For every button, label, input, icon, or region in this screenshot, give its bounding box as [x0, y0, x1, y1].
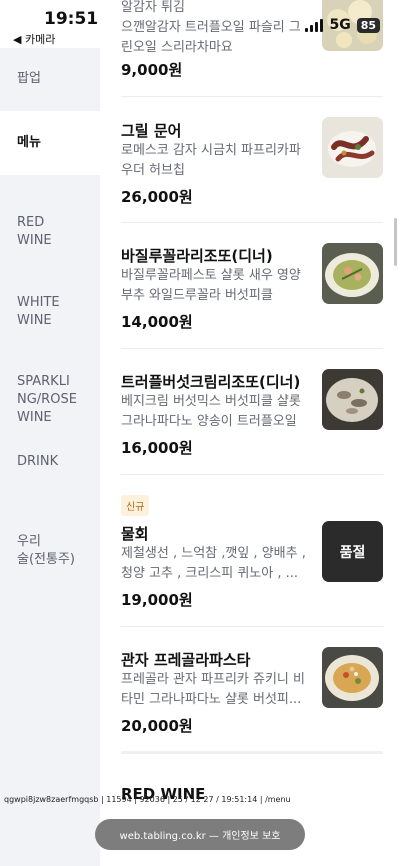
sidebar-item-red-wine[interactable]: RED WINE: [0, 196, 100, 250]
menu-item-description: 베지크림 버섯믹스 버섯피클 샬롯 그라나파다노 양송이 트러플오일: [121, 394, 301, 429]
status-bar: 19:51 ◀ 카메라 5G 85: [0, 0, 400, 48]
menu-list: 알감자 튀김 으깬알감자 트러플오일 파슬리 그 린오일 스리라차마요 9,00…: [100, 0, 400, 866]
sidebar-item-label: DRINK: [17, 454, 59, 469]
sidebar-item-sparkling-rose-wine[interactable]: SPARKLI NG/ROSE WINE: [0, 355, 100, 427]
back-to-camera-link[interactable]: ◀ 카메라: [13, 31, 55, 47]
menu-item-grilled-octopus[interactable]: 그릴 문어 로메스코 감자 시금치 파프리카파 우더 허브칩 26,000원: [121, 97, 383, 223]
new-badge: 신규: [121, 495, 150, 516]
sold-out-overlay: 품절: [322, 521, 383, 582]
menu-item-name: 그릴 문어: [121, 122, 182, 140]
menu-item-price: 26,000원: [121, 188, 193, 206]
network-label: 5G: [329, 17, 351, 33]
debug-info: qgwpi8jzw8zaerfmgqsb | 11594 | 92036 | 2…: [4, 795, 291, 804]
basil-risotto-image: [322, 243, 383, 304]
sidebar-item-label: SPARKLI NG/ROSE WINE: [17, 374, 77, 425]
menu-item-name: 관자 프레골라파스타: [121, 651, 251, 669]
fregola-pasta-image: [322, 647, 383, 708]
sidebar-item-label: 우리 술(전통주): [17, 534, 75, 567]
menu-item-description: 프레골라 관자 파프리카 쥬키니 비 타민 그라나파다노 샬롯 버섯피...: [121, 672, 305, 707]
url-toast[interactable]: web.tabling.co.kr — 개인정보 보호: [95, 819, 305, 850]
sidebar-item-white-wine[interactable]: WHITE WINE: [0, 276, 100, 330]
menu-item-name: 트러플버섯크림리조또(디너): [121, 373, 301, 391]
section-divider: [121, 751, 383, 754]
menu-item-description: 로메스코 감자 시금치 파프리카파 우더 허브칩: [121, 143, 301, 178]
menu-item-price: 9,000원: [121, 61, 183, 79]
sidebar-item-popup[interactable]: 팝업: [0, 70, 100, 88]
sidebar-item-menu[interactable]: 메뉴: [0, 111, 100, 175]
status-time: 19:51: [44, 9, 99, 29]
menu-item-mulhoe[interactable]: 신규 물회 제철생선 , 느억참 ,깻잎 , 양배추 , 청양 고추 , 크리스…: [121, 475, 383, 627]
sidebar-item-label: 팝업: [17, 71, 41, 86]
status-indicators: 5G 85: [305, 17, 380, 33]
menu-item-description: 제철생선 , 느억참 ,깻잎 , 양배추 , 청양 고추 , 크리스피 퀴노아 …: [121, 546, 306, 581]
menu-item-name: 물회: [121, 525, 149, 543]
menu-item-scallop-fregola-pasta[interactable]: 관자 프레골라파스타 프레골라 관자 파프리카 쥬키니 비 타민 그라나파다노 …: [121, 627, 383, 751]
truffle-risotto-image: [322, 369, 383, 430]
sidebar-item-label: RED WINE: [17, 215, 52, 248]
menu-item-description: 바질루꼴라페스토 샬롯 새우 영양 부추 와일드루꼴라 버섯피클: [121, 268, 301, 303]
battery-icon: 85: [356, 17, 380, 33]
menu-item-price: 20,000원: [121, 717, 193, 735]
category-sidebar: 팝업 메뉴 RED WINE WHITE WINE SPARKLI NG/ROS…: [0, 48, 100, 866]
menu-item-price: 16,000원: [121, 439, 193, 457]
menu-item-name: 바질루꼴라리조또(디너): [121, 247, 273, 265]
scrollbar-thumb[interactable]: [394, 218, 397, 266]
menu-item-truffle-risotto[interactable]: 트러플버섯크림리조또(디너) 베지크림 버섯믹스 버섯피클 샬롯 그라나파다노 …: [121, 349, 383, 475]
sidebar-item-traditional-liquor[interactable]: 우리 술(전통주): [0, 515, 100, 569]
menu-item-price: 19,000원: [121, 591, 193, 609]
menu-item-basil-risotto[interactable]: 바질루꼴라리조또(디너) 바질루꼴라페스토 샬롯 새우 영양 부추 와일드루꼴라…: [121, 223, 383, 349]
signal-icon: [305, 18, 324, 32]
octopus-dish-image: [322, 117, 383, 178]
sidebar-item-label: WHITE WINE: [17, 295, 60, 328]
sidebar-item-label: 메뉴: [17, 135, 41, 150]
menu-item-price: 14,000원: [121, 313, 193, 331]
url-toast-text: web.tabling.co.kr — 개인정보 보호: [119, 831, 281, 842]
sidebar-item-drink[interactable]: DRINK: [0, 453, 100, 471]
